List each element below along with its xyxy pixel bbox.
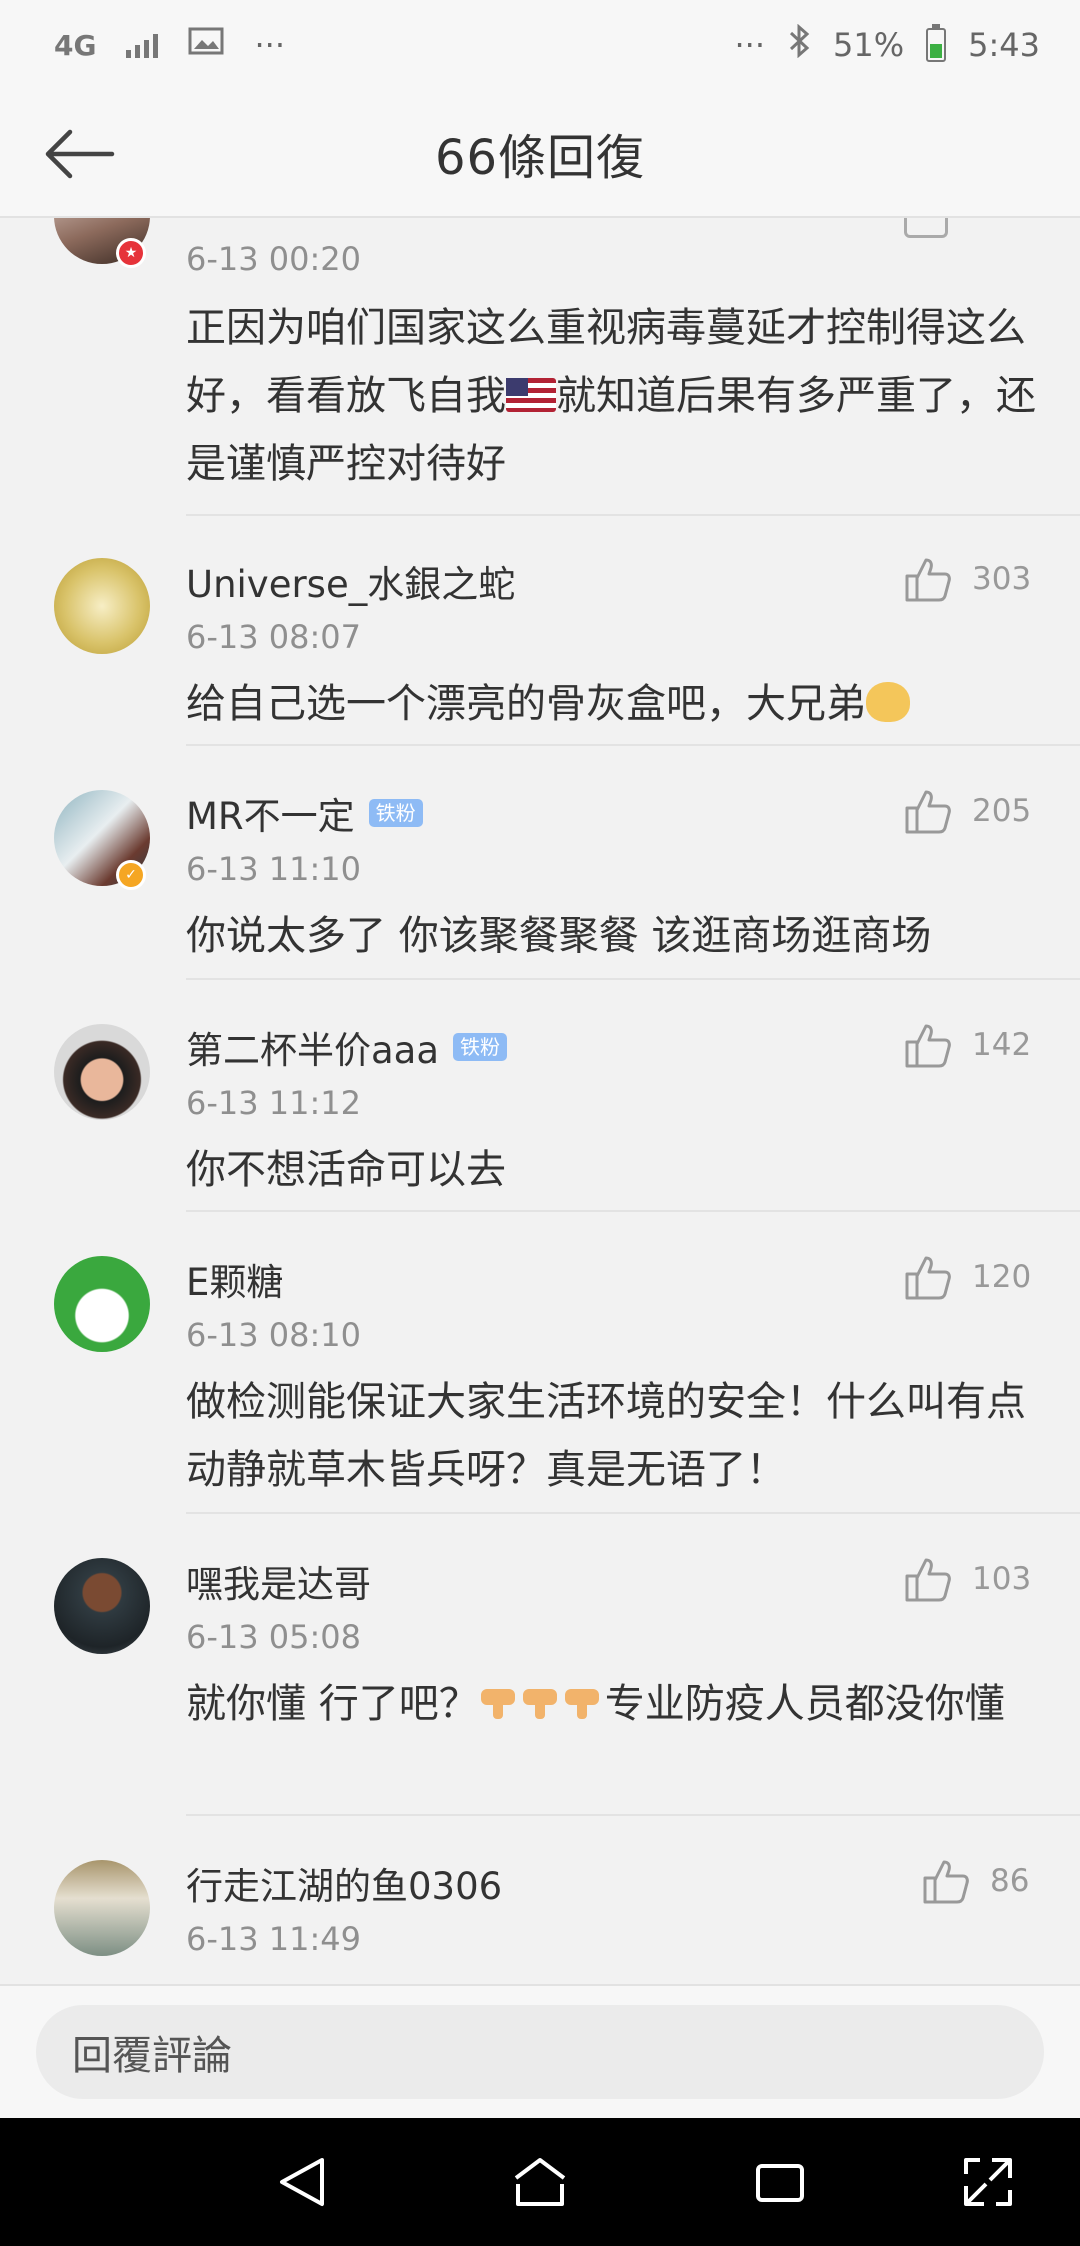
thumbs-up-icon (905, 790, 951, 834)
comment-text: 给自己选一个漂亮的骨灰盒吧，大兄弟 (186, 670, 1036, 738)
comment-text: 你说太多了 你该聚餐聚餐 该逛商场逛商场 (186, 913, 932, 959)
reply-input[interactable]: 回覆評論 (36, 2005, 1044, 2099)
arrow-left-icon (45, 129, 115, 179)
status-left: 4G ··· (54, 26, 285, 64)
like-count: 303 (972, 561, 1032, 597)
comment-timestamp: 6-13 08:10 (186, 1316, 362, 1354)
bluetooth-icon (787, 23, 811, 66)
comment-timestamp: 6-13 11:12 (186, 1084, 362, 1122)
thumbs-up-icon (923, 1860, 969, 1904)
comment-timestamp: 6-13 11:10 (186, 850, 362, 888)
avatar[interactable] (54, 558, 150, 654)
more-status-icon: ··· (734, 26, 766, 64)
comment-item: ★ 6-13 00:20 正因为咱们国家这么重视病毒蔓延才控制得这么好，看看放飞… (0, 218, 1080, 518)
divider (186, 744, 1080, 746)
avatar[interactable] (54, 1024, 150, 1120)
more-notifications-icon: ··· (254, 26, 285, 64)
system-expand-button[interactable] (956, 2150, 1020, 2214)
fan-badge: 铁粉 (368, 799, 423, 827)
status-right: ··· 51% 5:43 (734, 23, 1040, 66)
expand-icon (964, 2158, 1012, 2206)
network-indicator: 4G (54, 28, 97, 62)
reply-bar: 回覆評論 (0, 1984, 1080, 2118)
us-flag-emoji-icon (506, 378, 556, 412)
image-icon (188, 26, 224, 64)
comment-item: 第二杯半价aaa 铁粉 142 6-13 11:12 你不想活命可以去 (0, 982, 1080, 1214)
system-back-button[interactable] (270, 2150, 334, 2214)
comment-username[interactable]: E颗糖 (186, 1252, 283, 1306)
battery-icon (926, 24, 947, 62)
comment-text: 做检测能保证大家生活环境的安全！什么叫有点动静就草木皆兵呀？真是无语了！ (186, 1379, 1026, 1493)
comment-timestamp: 6-13 11:49 (186, 1920, 362, 1958)
comment-username[interactable]: Universe_水銀之蛇 (186, 554, 515, 608)
thumbs-up-icon (905, 1558, 951, 1602)
like-button[interactable]: 86 (922, 1858, 1029, 1904)
comment-text: 正因为咱们国家这么重视病毒蔓延才控制得这么好，看看放飞自我 就知道后果有多严重了，… (186, 305, 1036, 487)
reply-placeholder: 回覆評論 (72, 2033, 232, 2079)
comment-timestamp: 6-13 00:20 (186, 240, 362, 278)
avatar[interactable] (54, 1860, 150, 1956)
comment-item: Universe_水銀之蛇 303 6-13 08:07 给自己选一个漂亮的骨灰… (0, 516, 1080, 748)
page-title: 66條回復 (434, 130, 646, 186)
battery-percent: 51% (833, 26, 905, 64)
signal-icon (126, 32, 159, 58)
comment-username[interactable]: 行走江湖的鱼0306 (186, 1856, 502, 1910)
comment-list[interactable]: ★ 6-13 00:20 正因为咱们国家这么重视病毒蔓延才控制得这么好，看看放飞… (0, 218, 1080, 1984)
thumbs-up-icon (905, 1256, 951, 1300)
divider (186, 1512, 1080, 1514)
like-count: 120 (972, 1259, 1032, 1295)
avatar[interactable] (54, 1256, 150, 1352)
thumbs-up-icon (905, 558, 951, 602)
system-recents-button[interactable] (748, 2150, 812, 2214)
comment-item: 嘿我是达哥 103 6-13 05:08 就你懂 行了吧？ 专业防疫人员都没你懂 (0, 1516, 1080, 1818)
divider (186, 978, 1080, 980)
avatar[interactable] (54, 1558, 150, 1654)
home-icon (514, 2158, 566, 2206)
like-icon[interactable] (904, 218, 948, 238)
verified-badge-icon: ✓ (116, 860, 146, 890)
comment-item: ✓ MR不一定 铁粉 205 6-13 11:10 你说太多了 你该聚餐聚餐 该… (0, 748, 1080, 982)
divider (186, 1210, 1080, 1212)
system-home-button[interactable] (508, 2150, 572, 2214)
like-count: 86 (990, 1863, 1030, 1899)
like-count: 142 (972, 1027, 1032, 1063)
like-button[interactable]: 142 (904, 1022, 1031, 1068)
comment-timestamp: 6-13 08:07 (186, 618, 362, 656)
comment-item: E颗糖 120 6-13 08:10 做检测能保证大家生活环境的安全！什么叫有点… (0, 1214, 1080, 1516)
divider (186, 1814, 1080, 1816)
like-count: 103 (972, 1561, 1032, 1597)
triangle-back-icon (280, 2158, 324, 2206)
thumbs-down-emoji-icon (479, 1676, 605, 1744)
like-button[interactable]: 205 (904, 788, 1031, 834)
status-bar: 4G ··· ··· 51% 5:43 (0, 0, 1080, 90)
recents-icon (756, 2164, 804, 2202)
nav-header: 66條回復 (0, 90, 1080, 218)
thumbs-up-icon (905, 1024, 951, 1068)
like-count: 205 (972, 793, 1032, 829)
verified-badge-icon: ★ (116, 238, 146, 268)
doge-emoji-icon (866, 682, 910, 722)
system-nav-bar (0, 2118, 1080, 2246)
like-button[interactable]: 103 (904, 1556, 1031, 1602)
comment-username[interactable]: MR不一定 铁粉 (186, 786, 423, 840)
back-button[interactable] (42, 122, 118, 186)
like-button[interactable]: 303 (904, 556, 1031, 602)
comment-username[interactable]: 第二杯半价aaa 铁粉 (186, 1020, 508, 1074)
comment-username[interactable]: 嘿我是达哥 (186, 1554, 371, 1608)
comment-item: 行走江湖的鱼0306 86 6-13 11:49 (0, 1818, 1080, 1984)
clock: 5:43 (968, 26, 1040, 64)
comment-timestamp: 6-13 05:08 (186, 1618, 362, 1656)
fan-badge: 铁粉 (453, 1033, 508, 1061)
comment-text: 你不想活命可以去 (186, 1147, 506, 1193)
like-button[interactable]: 120 (904, 1254, 1031, 1300)
comment-text: 就你懂 行了吧？ 专业防疫人员都没你懂 (186, 1670, 1036, 1744)
